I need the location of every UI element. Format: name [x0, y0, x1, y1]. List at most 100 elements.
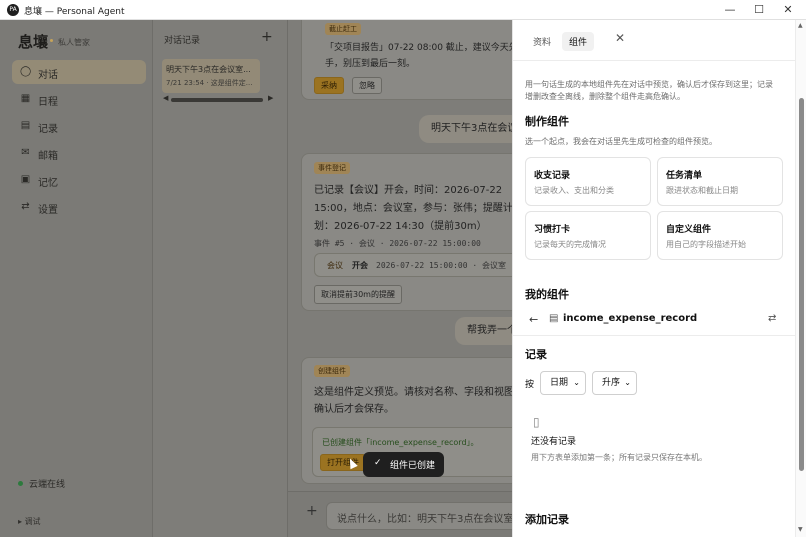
- sidebar-item-label: 日程: [38, 97, 58, 108]
- option-desc: 用自己的字段描述开始: [666, 240, 746, 249]
- archive-icon: ▣: [20, 174, 31, 185]
- debug-label: 调试: [24, 517, 41, 526]
- cancel-reminder-button[interactable]: 取消提前30m的提醒: [314, 285, 402, 304]
- history-scrollbar[interactable]: [171, 98, 263, 102]
- mail-icon: ✉: [21, 147, 30, 158]
- calendar-icon: ▦: [20, 93, 31, 104]
- card-text: 「交项目报告」07-22 08:00 截止，建议今天先动: [325, 43, 512, 53]
- maximize-button[interactable]: ☐: [746, 1, 772, 19]
- sidebar-item-schedule[interactable]: ▦ 日程: [12, 87, 146, 111]
- sort-order-value: 升序: [602, 378, 621, 388]
- option-income-expense[interactable]: 收支记录 记录收入、支出和分类: [525, 157, 651, 206]
- panel-intro: 用一句话生成的本地组件先在对话中预览，确认后才保存到这里；记录: [525, 80, 773, 89]
- option-desc: 跟进状态和截止日期: [666, 186, 738, 195]
- created-message: 已创建组件「income_expense_record」。: [322, 438, 479, 447]
- chevron-down-icon: ⌄: [624, 378, 631, 387]
- make-component-desc: 选一个起点，我会在对话里先生成可检查的组件预览。: [525, 137, 717, 146]
- chat-input[interactable]: 说点什么，比如：明天下午3点在会议室: [326, 502, 512, 530]
- my-components-heading: 我的组件: [525, 288, 569, 301]
- scroll-up-icon[interactable]: ▲: [798, 22, 803, 29]
- brand-dot-icon: [50, 39, 53, 42]
- sort-order-select[interactable]: 升序 ⌄: [592, 371, 637, 395]
- open-component-button[interactable]: 打开组件: [320, 454, 366, 471]
- option-task-list[interactable]: 任务清单 跟进状态和截止日期: [657, 157, 783, 206]
- card-text: 已记录【会议】开会，时间：2026-07-22: [314, 185, 503, 196]
- brand-subtitle: 私人管家: [58, 38, 90, 47]
- ignore-button[interactable]: 忽略: [352, 77, 382, 94]
- empty-title: 还没有记录: [531, 437, 577, 447]
- option-title: 习惯打卡: [534, 225, 571, 235]
- new-conversation-button[interactable]: +: [261, 29, 273, 45]
- option-habit-checkin[interactable]: 习惯打卡 记录每天的完成情况: [525, 211, 651, 260]
- history-item[interactable]: 明天下午3点在会议室... 7/21 23:54 · 这是组件定...: [162, 59, 260, 93]
- window-titlebar: PA 息壤 — Personal Agent — ☐ ✕: [0, 0, 806, 20]
- accept-button[interactable]: 采纳: [314, 77, 344, 94]
- card-text: 划：2026-07-22 14:30（提前30m）: [314, 221, 487, 232]
- sidebar: 息壤 私人管家 ◯ 对话 ▦ 日程 ▤ 记录 ✉ 邮箱 ▣ 记忆 ⇄ 设置 云端…: [0, 20, 153, 537]
- sidebar-item-settings[interactable]: ⇄ 设置: [12, 195, 146, 219]
- card-text: 15:00，地点：会议室，参与：张伟；提醒计: [314, 203, 512, 214]
- debug-link[interactable]: ▸ 调试: [18, 516, 41, 527]
- chevron-down-icon: ⌄: [573, 378, 580, 387]
- cloud-status-label: 云端在线: [29, 480, 66, 490]
- sidebar-item-records[interactable]: ▤ 记录: [12, 114, 146, 138]
- divider: [513, 60, 795, 61]
- sidebar-item-label: 设置: [38, 205, 58, 216]
- sidebar-item-label: 记忆: [38, 178, 58, 189]
- user-message: 明天下午3点在会议: [419, 115, 512, 143]
- scrollbar-thumb[interactable]: [799, 98, 804, 471]
- event-meta: 事件 #5 · 会议 · 2026-07-22 15:00:00: [314, 239, 481, 248]
- deadline-suggestion-card: 截止赶工 「交项目报告」07-22 08:00 截止，建议今天先动 手，别压到最…: [301, 20, 512, 100]
- conversation-history: 对话记录 + 明天下午3点在会议室... 7/21 23:54 · 这是组件定.…: [153, 20, 288, 537]
- minimize-button[interactable]: —: [717, 1, 743, 19]
- option-custom-component[interactable]: 自定义组件 用自己的字段描述开始: [657, 211, 783, 260]
- option-title: 收支记录: [534, 171, 571, 181]
- card-text: 手，别压到最后一刻。: [325, 59, 416, 69]
- sort-by-label: 按: [525, 380, 535, 390]
- window-title: 息壤 — Personal Agent: [24, 7, 125, 17]
- sidebar-item-memory[interactable]: ▣ 记忆: [12, 168, 146, 192]
- card-tag: 截止赶工: [325, 23, 361, 35]
- tab-components[interactable]: 组件: [562, 32, 595, 51]
- card-text: 这是组件定义预览。请核对名称、字段和视图: [314, 387, 512, 398]
- close-panel-button[interactable]: ✕: [615, 31, 625, 45]
- tab-profile[interactable]: 资料: [526, 32, 558, 51]
- event-title: 开会: [352, 261, 368, 270]
- card-tag: 创建组件: [314, 365, 350, 377]
- scroll-right-icon[interactable]: ▶: [268, 94, 273, 102]
- panel-intro: 增删改查全离线，删除整个组件走高危确认。: [525, 92, 685, 101]
- sort-field-select[interactable]: 日期 ⌄: [540, 371, 586, 395]
- check-icon: ✓: [374, 458, 382, 468]
- sidebar-item-label: 对话: [38, 70, 58, 81]
- chat-input-placeholder: 说点什么，比如：明天下午3点在会议室: [337, 514, 512, 525]
- notebook-icon: ▤: [549, 313, 559, 324]
- sidebar-item-label: 邮箱: [38, 151, 58, 162]
- app-logo-icon: PA: [7, 4, 19, 16]
- event-type-tag: 会议: [327, 261, 343, 270]
- event-record-card: 事件登记 已记录【会议】开会，时间：2026-07-22 15:00，地点：会议…: [301, 153, 512, 311]
- scroll-left-icon[interactable]: ◀: [163, 94, 168, 102]
- records-heading: 记录: [525, 348, 547, 361]
- attach-plus-icon[interactable]: +: [306, 503, 318, 519]
- sliders-icon: ⇄: [21, 201, 30, 212]
- notebook-icon: ▤: [20, 120, 31, 131]
- option-title: 自定义组件: [666, 225, 712, 235]
- scroll-down-icon[interactable]: ▼: [798, 526, 803, 533]
- event-chip[interactable]: 会议 开会 2026-07-22 15:00:00 · 会议室: [314, 253, 512, 277]
- back-arrow-icon[interactable]: ←: [529, 313, 538, 326]
- add-record-heading: 添加记录: [525, 513, 569, 526]
- history-title: 对话记录: [164, 36, 201, 46]
- empty-desc: 用下方表单添加第一条；所有记录只保存在本机。: [531, 453, 707, 462]
- chat-input-bar: + 说点什么，比如：明天下午3点在会议室: [288, 491, 512, 537]
- sidebar-item-chat[interactable]: ◯ 对话: [12, 60, 146, 84]
- close-window-button[interactable]: ✕: [775, 1, 801, 19]
- component-name: income_expense_record: [563, 313, 698, 324]
- card-tag: 事件登记: [314, 162, 350, 174]
- sidebar-item-mail[interactable]: ✉ 邮箱: [12, 141, 146, 165]
- event-time: 2026-07-22 15:00:00 · 会议室: [376, 261, 506, 270]
- chat-bubble-icon: ◯: [20, 66, 32, 77]
- card-text: 确认后才会保存。: [314, 404, 394, 415]
- panel-scrollbar[interactable]: ▲ ▼: [795, 20, 806, 537]
- sidebar-item-label: 记录: [38, 124, 58, 135]
- swap-icon[interactable]: ⇄: [768, 313, 776, 324]
